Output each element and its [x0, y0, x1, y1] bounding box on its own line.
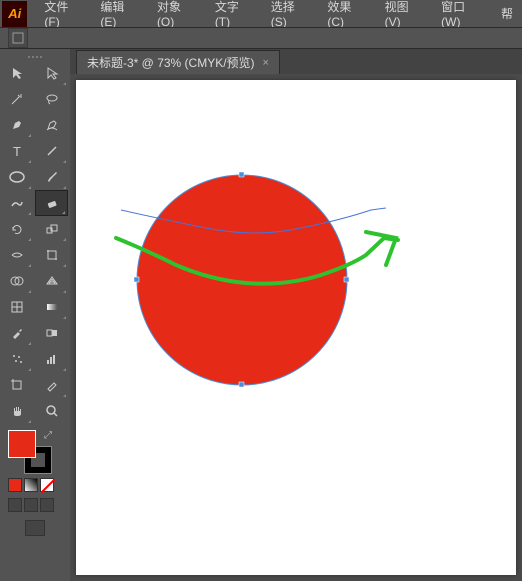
shaper-tool[interactable] [0, 190, 33, 216]
hand-tool[interactable] [0, 398, 33, 424]
circle-shape[interactable] [137, 175, 347, 385]
color-mode-solid[interactable] [8, 478, 22, 492]
tab-bar: 未标题-3* @ 73% (CMYK/预览) × [70, 49, 522, 74]
mesh-tool[interactable] [0, 294, 33, 320]
ellipse-tool[interactable] [0, 164, 33, 190]
free-transform-tool[interactable] [35, 242, 68, 268]
menu-type[interactable]: 文字(T) [206, 0, 262, 27]
blend-tool[interactable] [35, 320, 68, 346]
menu-edit[interactable]: 编辑(E) [91, 0, 148, 27]
column-graph-tool[interactable] [35, 346, 68, 372]
draw-inside[interactable] [40, 498, 54, 512]
anchor-right[interactable] [344, 277, 349, 282]
color-swatches: ⤢ [0, 424, 70, 540]
menu-effect[interactable]: 效果(C) [318, 0, 375, 27]
slice-tool[interactable] [35, 372, 68, 398]
rotate-tool[interactable] [0, 216, 33, 242]
width-tool[interactable] [0, 242, 33, 268]
svg-text:T: T [13, 144, 21, 158]
document-tab[interactable]: 未标题-3* @ 73% (CMYK/预览) × [76, 50, 280, 74]
scale-tool[interactable] [35, 216, 68, 242]
lasso-tool[interactable] [35, 86, 68, 112]
direct-selection-tool[interactable] [35, 60, 68, 86]
fill-stroke-swatch[interactable]: ⤢ [8, 430, 52, 474]
gradient-tool[interactable] [35, 294, 68, 320]
app-logo: Ai [2, 1, 27, 27]
swap-fill-stroke-icon[interactable]: ⤢ [44, 430, 52, 441]
tab-close-icon[interactable]: × [263, 57, 269, 69]
workspace: 未标题-3* @ 73% (CMYK/预览) × [70, 49, 522, 581]
symbol-sprayer-tool[interactable] [0, 346, 33, 372]
control-strip [0, 27, 522, 49]
toolbox: T [0, 49, 70, 581]
pen-tool[interactable] [0, 112, 33, 138]
control-no-selection[interactable] [8, 28, 28, 48]
paintbrush-tool[interactable] [35, 164, 68, 190]
draw-behind[interactable] [24, 498, 38, 512]
canvas[interactable] [76, 80, 516, 575]
menu-select[interactable]: 选择(S) [262, 0, 319, 27]
menu-file[interactable]: 文件(F) [35, 0, 91, 27]
curvature-tool[interactable] [35, 112, 68, 138]
toolbox-handle[interactable] [0, 53, 70, 60]
menu-object[interactable]: 对象(O) [148, 0, 206, 27]
shape-builder-tool[interactable] [0, 268, 33, 294]
menu-view[interactable]: 视图(V) [376, 0, 433, 27]
tab-title: 未标题-3* @ 73% (CMYK/预览) [87, 54, 255, 71]
type-tool[interactable]: T [0, 138, 33, 164]
fill-color[interactable] [8, 430, 36, 458]
perspective-tool[interactable] [35, 268, 68, 294]
artwork[interactable] [76, 80, 516, 575]
color-mode-none[interactable] [40, 478, 54, 492]
menu-items: 文件(F) 编辑(E) 对象(O) 文字(T) 选择(S) 效果(C) 视图(V… [35, 0, 522, 27]
eraser-tool[interactable] [35, 190, 68, 216]
magic-wand-tool[interactable] [0, 86, 33, 112]
anchor-bottom[interactable] [239, 382, 244, 387]
canvas-area[interactable] [70, 74, 522, 581]
artboard-tool[interactable] [0, 372, 33, 398]
screen-mode[interactable] [25, 520, 45, 536]
eyedropper-tool[interactable] [0, 320, 33, 346]
anchor-top[interactable] [239, 172, 244, 177]
menu-help[interactable]: 帮 [492, 0, 522, 27]
menu-window[interactable]: 窗口(W) [432, 0, 492, 27]
zoom-tool[interactable] [35, 398, 68, 424]
selection-tool[interactable] [0, 60, 33, 86]
line-tool[interactable] [35, 138, 68, 164]
color-mode-gradient[interactable] [24, 478, 38, 492]
draw-normal[interactable] [8, 498, 22, 512]
anchor-left[interactable] [134, 277, 139, 282]
menubar: Ai 文件(F) 编辑(E) 对象(O) 文字(T) 选择(S) 效果(C) 视… [0, 0, 522, 27]
